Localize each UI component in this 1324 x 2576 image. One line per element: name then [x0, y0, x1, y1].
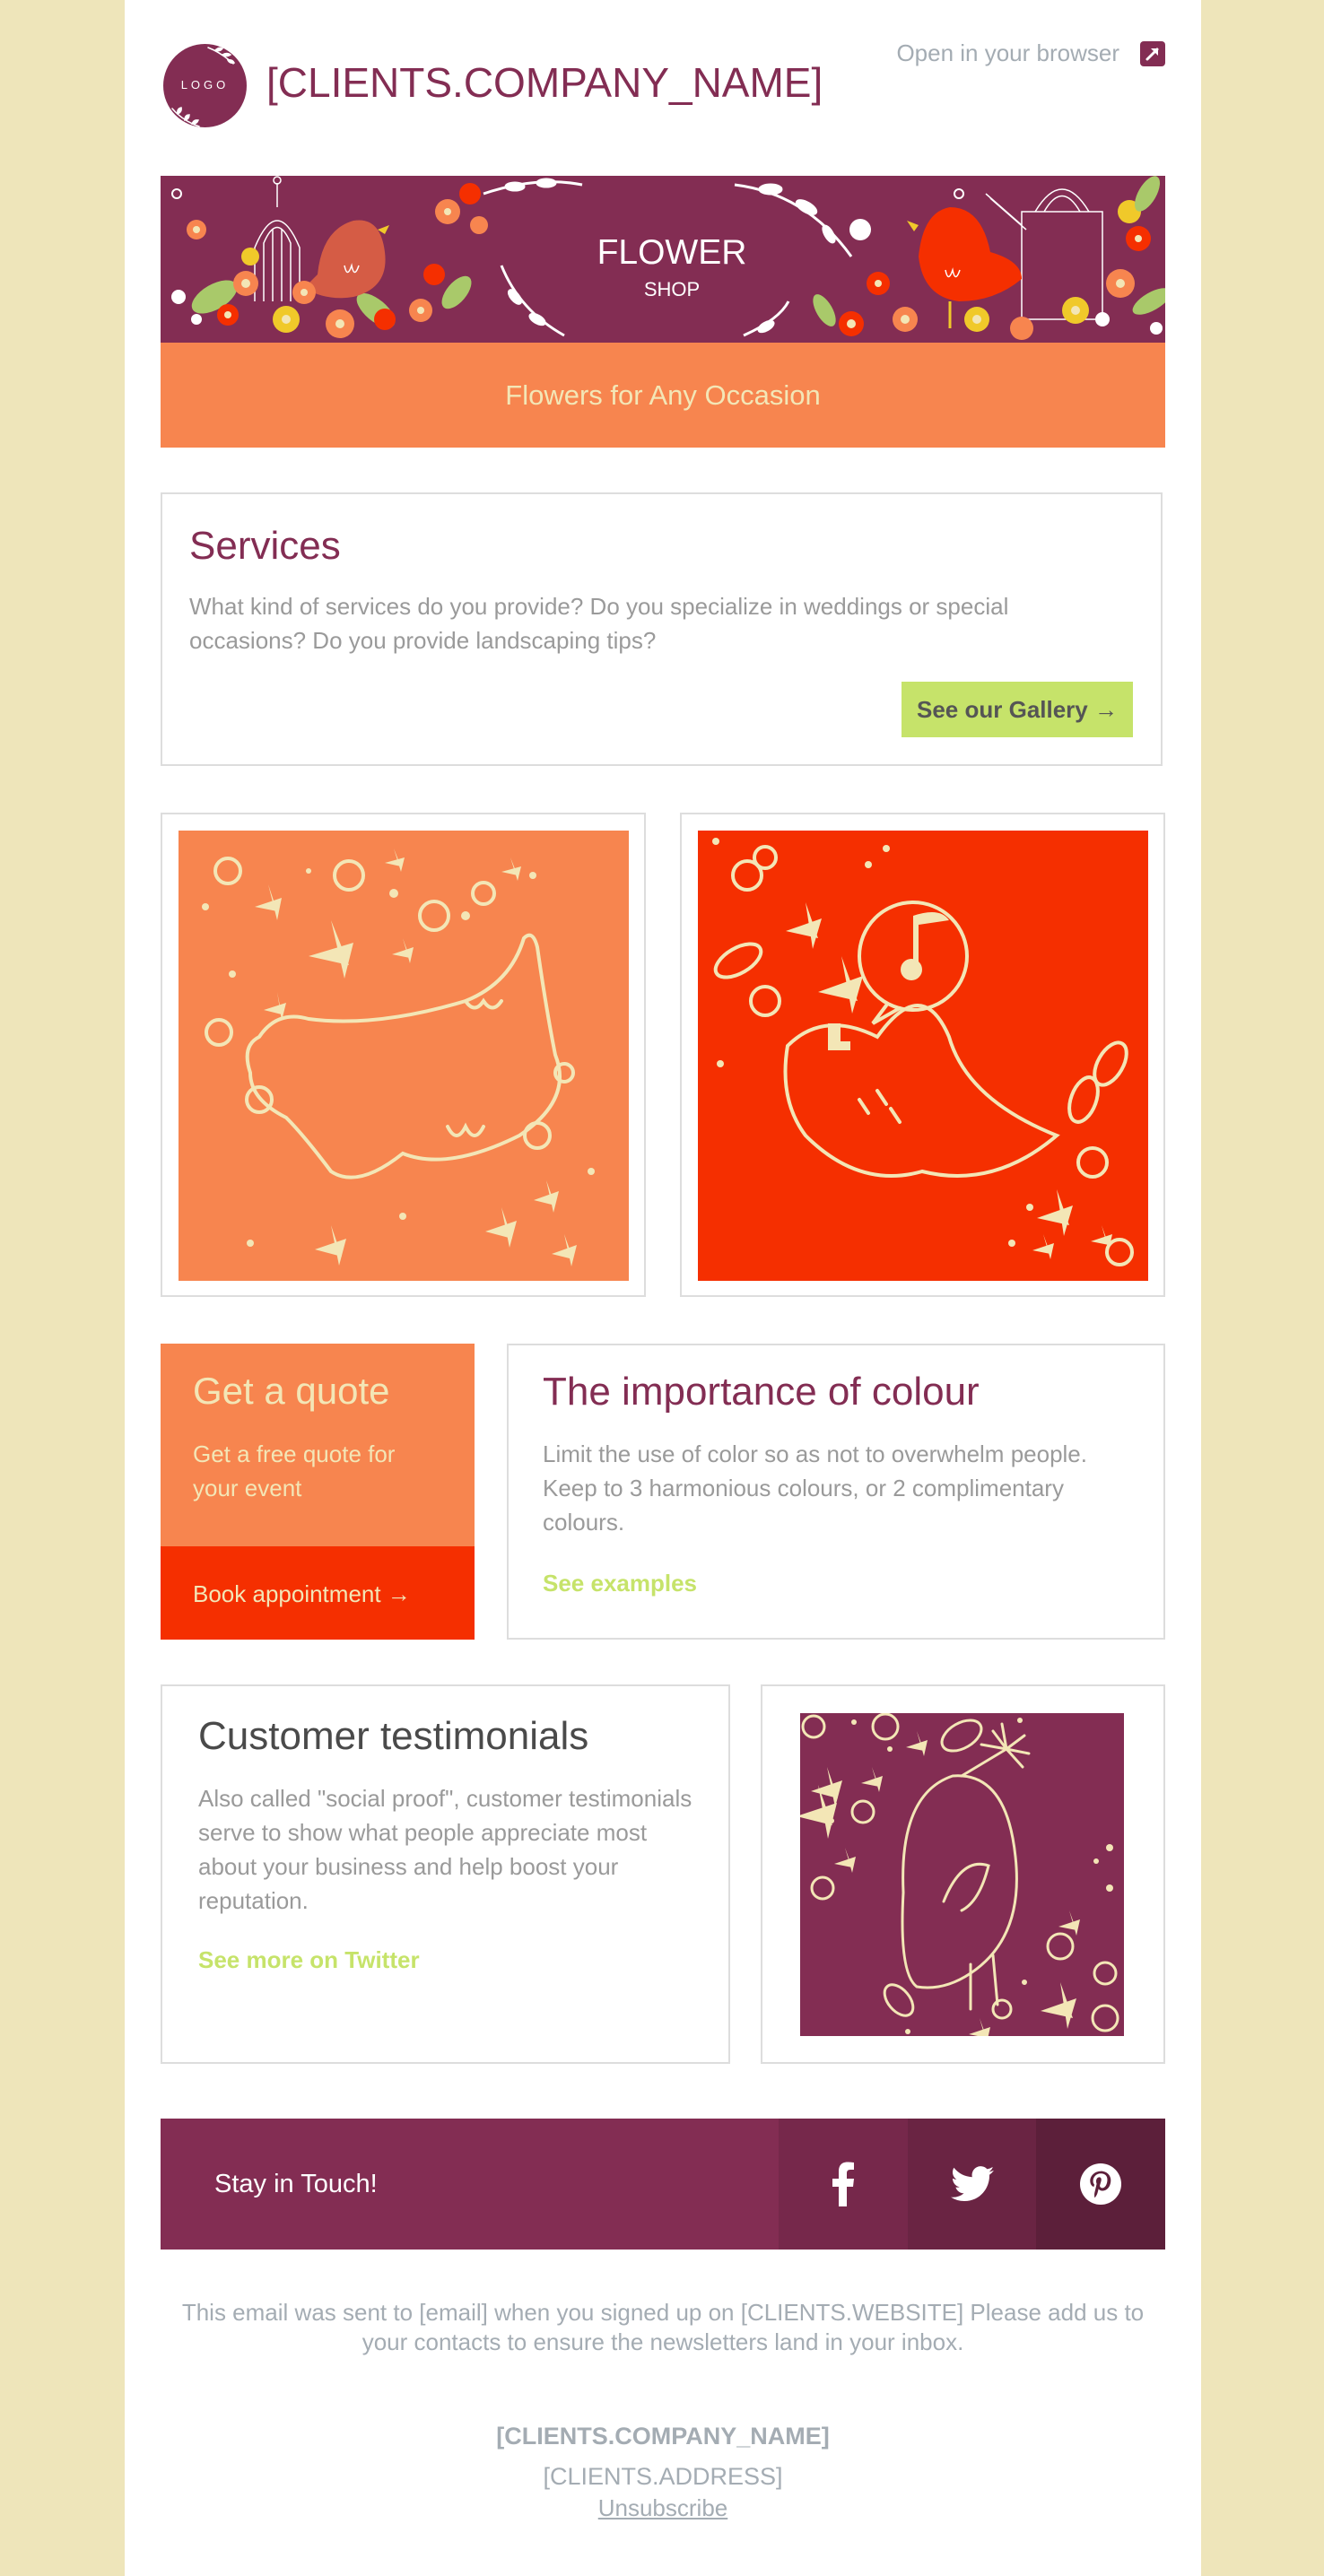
banner-title: FLOWER	[597, 233, 747, 272]
twitter-icon	[951, 2166, 994, 2201]
stay-in-touch-label: Stay in Touch!	[214, 2170, 378, 2198]
banner-subtitle: SHOP	[643, 278, 701, 300]
services-body: What kind of services do you provide? Do…	[189, 593, 1009, 654]
see-examples-link[interactable]: See examples	[543, 1570, 697, 1597]
logo: LOGO	[163, 44, 247, 127]
singing-bird-illustration	[698, 831, 1148, 1281]
services-heading: Services	[189, 524, 341, 568]
colour-tip-card: The importance of colour Limit the use o…	[507, 1344, 1165, 1640]
footer-address: [CLIENTS.ADDRESS]	[543, 2463, 783, 2490]
tagline: Flowers for Any Occasion	[161, 343, 1165, 448]
quote-card: Get a quote Get a free quote for your ev…	[161, 1344, 475, 1640]
testimonials-body: Also called "social proof", customer tes…	[198, 1785, 692, 1914]
testimonials-card: Customer testimonials Also called "socia…	[161, 1684, 730, 2064]
footer-company-name: [CLIENTS.COMPANY_NAME]	[496, 2423, 830, 2450]
unsubscribe-link[interactable]: Unsubscribe	[598, 2494, 728, 2521]
facebook-link[interactable]	[779, 2119, 908, 2250]
company-name: [CLIENTS.COMPANY_NAME]	[266, 59, 823, 106]
dandelion-bird-illustration	[800, 1713, 1124, 2036]
bird-illustration	[179, 831, 629, 1281]
pinterest-link[interactable]	[1036, 2119, 1165, 2250]
see-gallery-button[interactable]: See our Gallery →	[902, 682, 1133, 737]
footer-note: This email was sent to [email] when you …	[181, 2299, 1145, 2355]
gallery-card	[161, 813, 646, 1297]
book-appointment-button[interactable]: Book appointment →	[161, 1546, 475, 1640]
stay-in-touch-bar: Stay in Touch!	[161, 2119, 1165, 2250]
gallery-card	[680, 813, 1165, 1297]
pinterest-icon	[1080, 2163, 1121, 2205]
facebook-icon	[832, 2162, 854, 2206]
colour-body: Limit the use of color so as not to over…	[543, 1440, 1087, 1536]
testimonials-heading: Customer testimonials	[198, 1714, 589, 1758]
quote-body: Get a free quote for your event	[193, 1440, 396, 1501]
hero-banner: FLOWER SHOP	[161, 176, 1165, 343]
see-more-twitter-link[interactable]: See more on Twitter	[198, 1946, 420, 1973]
quote-heading: Get a quote	[193, 1370, 390, 1412]
external-link-icon[interactable]	[1140, 41, 1165, 66]
testimonial-image-card	[761, 1684, 1165, 2064]
unsubscribe-row: Unsubscribe	[125, 2493, 1201, 2527]
logo-text: LOGO	[180, 78, 230, 91]
services-card: Services What kind of services do you pr…	[161, 492, 1163, 766]
twitter-link[interactable]	[908, 2119, 1037, 2250]
colour-heading: The importance of colour	[543, 1370, 980, 1414]
open-in-browser-link[interactable]: Open in your browser	[896, 39, 1119, 66]
email-container: LOGO [CLIENTS.COMPANY_NAME] Open in your…	[125, 0, 1201, 2576]
